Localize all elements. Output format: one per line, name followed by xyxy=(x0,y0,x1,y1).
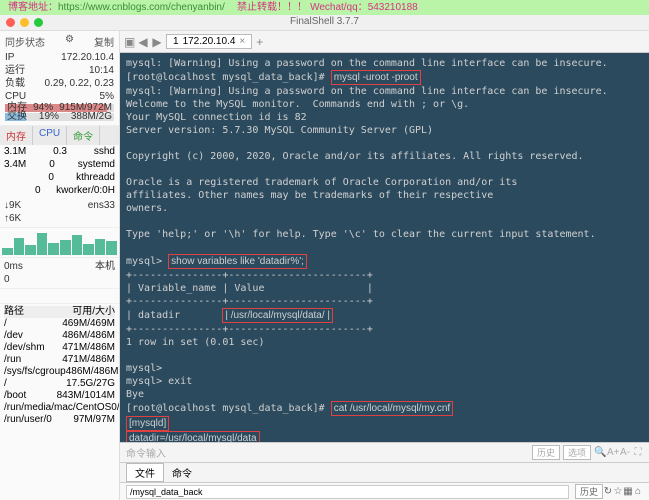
history-button[interactable]: 历史 xyxy=(532,445,560,460)
net-up: 6K xyxy=(9,213,21,224)
bottom-tabs: 文件 命令 xyxy=(120,462,649,482)
close-tab-icon[interactable]: × xyxy=(239,36,245,47)
net-if: ens33 xyxy=(88,199,115,212)
path-input[interactable] xyxy=(126,485,569,499)
grid-icon[interactable]: ▦ xyxy=(623,486,633,497)
contact-value: 543210188 xyxy=(368,2,418,13)
path-bar: 历史 ↻ ☆ ▦ ⌂ xyxy=(120,482,649,500)
latency: 0ms xyxy=(4,260,23,273)
path-history-button[interactable]: 历史 xyxy=(575,484,603,499)
app-title: FinalShell 3.7.7 xyxy=(0,16,649,27)
no-reprint: 禁止转载！！！ xyxy=(237,2,307,13)
lat-graph xyxy=(0,289,119,304)
session-tab[interactable]: 1172.20.10.4× xyxy=(166,34,252,49)
sidebar: 同步状态 ⚙ 复制 IP 172.20.10.4 运行 10:14 负载 0.29, 0.… xyxy=(0,31,120,500)
reload-icon[interactable]: ↻ xyxy=(603,486,613,497)
settings-icon[interactable]: ⚙ xyxy=(65,34,75,49)
tab-files[interactable]: 文件 xyxy=(126,463,164,482)
home-icon[interactable]: ⌂ xyxy=(633,486,643,497)
tab-commands[interactable]: 命令 xyxy=(172,465,192,480)
local-label: 本机 xyxy=(95,260,115,273)
header-banner: 博客地址：https://www.cnblogs.com/chenyanbin/… xyxy=(0,0,649,15)
search-icon[interactable]: 🔍 xyxy=(594,447,604,458)
zoom-out-icon[interactable]: A- xyxy=(620,447,630,458)
terminal[interactable]: mysql: [Warning] Using a password on the… xyxy=(120,53,649,442)
cmd-placeholder[interactable]: 命令输入 xyxy=(126,445,166,460)
contact-label: Wechat/qq： xyxy=(310,2,368,13)
swap-bar: 交换19%388M/2G xyxy=(5,113,114,121)
folder-icon[interactable]: ▣ xyxy=(124,35,134,49)
load-value: 0.29, 0.22, 0.23 xyxy=(44,77,114,90)
net-graph xyxy=(0,228,119,258)
ip-label: IP xyxy=(5,51,14,64)
back-icon[interactable]: ◀ xyxy=(138,35,148,49)
expand-icon[interactable]: ⛶ xyxy=(633,447,643,458)
fwd-icon[interactable]: ▶ xyxy=(152,35,162,49)
run-value: 10:14 xyxy=(89,64,114,77)
tab-strip: ▣ ◀ ▶ 1172.20.10.4× + xyxy=(120,31,649,53)
run-label: 运行 xyxy=(5,64,25,77)
minimize-icon[interactable] xyxy=(20,18,29,27)
status-header: 同步状态 xyxy=(5,34,45,49)
load-label: 负载 xyxy=(5,77,25,90)
net-down: 9K xyxy=(9,200,21,211)
add-tab[interactable]: + xyxy=(256,35,263,49)
options-button[interactable]: 选项 xyxy=(563,445,591,460)
copy-link[interactable]: 复制 xyxy=(94,34,114,49)
zoom-in-icon[interactable]: A+ xyxy=(607,447,617,458)
maximize-icon[interactable] xyxy=(34,18,43,27)
filesystem-list: 路径可用/大小 /469M/469M /dev486M/486M /dev/sh… xyxy=(0,304,119,428)
proc-tabs[interactable]: 内存CPU命令 xyxy=(0,126,119,145)
ip-value: 172.20.10.4 xyxy=(61,51,114,64)
command-input-bar: 命令输入 历史 选项 🔍 A+ A- ⛶ xyxy=(120,442,649,462)
process-list: 3.1M0.3sshd 3.4M0systemd 0kthreadd 0kwor… xyxy=(0,145,119,197)
window-controls: FinalShell 3.7.7 xyxy=(0,15,649,31)
bookmark-icon[interactable]: ☆ xyxy=(613,486,623,497)
blog-label: 博客地址： xyxy=(8,2,58,13)
blog-url[interactable]: https://www.cnblogs.com/chenyanbin/ xyxy=(58,2,225,13)
close-icon[interactable] xyxy=(6,18,15,27)
